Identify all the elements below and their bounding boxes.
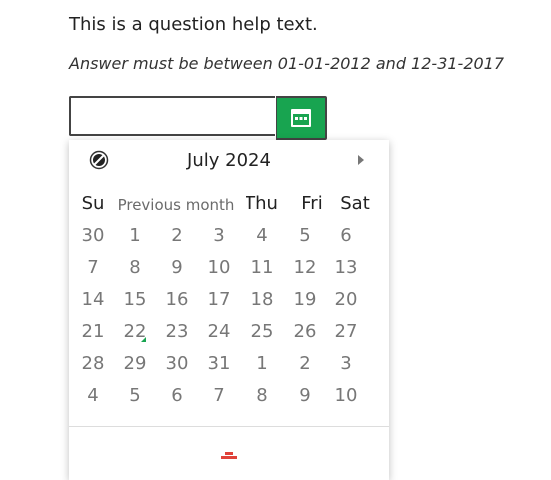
calendar-week: 30 1 2 3 4 5 6 [69, 220, 389, 252]
calendar-week: 14 15 16 17 18 19 20 [69, 284, 389, 316]
calendar-week: 4 5 6 7 8 9 10 [69, 380, 389, 412]
calendar-day[interactable]: 3 [325, 348, 367, 380]
calendar-day[interactable]: 10 [325, 380, 367, 412]
calendar-day[interactable]: 7 [198, 380, 240, 412]
next-month-button[interactable] [353, 152, 369, 168]
calendar-day[interactable]: 9 [284, 380, 326, 412]
today-marker [141, 337, 146, 342]
date-range-hint: Answer must be between 01-01-2012 and 12… [69, 54, 505, 73]
calendar-day[interactable]: 19 [284, 284, 326, 316]
previous-month-tooltip: Previous month [106, 192, 246, 218]
question-help-text: This is a question help text. [69, 14, 318, 35]
calendar-day[interactable]: 12 [284, 252, 326, 284]
calendar-day[interactable]: 7 [72, 252, 114, 284]
calendar-day[interactable]: 5 [114, 380, 156, 412]
calendar-day[interactable]: 13 [325, 252, 367, 284]
calendar-day[interactable]: 14 [72, 284, 114, 316]
calendar-week: 21 22 23 24 25 26 27 [69, 316, 389, 348]
calendar-day[interactable]: 24 [198, 316, 240, 348]
calendar-day[interactable]: 11 [241, 252, 283, 284]
calendar-icon [291, 109, 311, 127]
caret-right-icon [358, 155, 364, 165]
calendar-day[interactable]: 6 [325, 220, 367, 252]
calendar-day[interactable]: 25 [241, 316, 283, 348]
calendar-day[interactable]: 16 [156, 284, 198, 316]
calendar-day[interactable]: 27 [325, 316, 367, 348]
calendar-day-today[interactable]: 22 [114, 316, 156, 348]
calendar-day[interactable]: 26 [284, 316, 326, 348]
calendar-popup: July 2024 Previous month Su Mo Tu We Thu… [69, 140, 389, 480]
calendar-day[interactable]: 8 [241, 380, 283, 412]
calendar-day[interactable]: 4 [241, 220, 283, 252]
calendar-divider [69, 426, 389, 427]
date-input[interactable] [69, 96, 275, 136]
calendar-week: 7 8 9 10 11 12 13 [69, 252, 389, 284]
calendar-day[interactable]: 9 [156, 252, 198, 284]
calendar-day[interactable]: 8 [114, 252, 156, 284]
calendar-day[interactable]: 23 [156, 316, 198, 348]
calendar-day[interactable]: 17 [198, 284, 240, 316]
calendar-day[interactable]: 4 [72, 380, 114, 412]
calendar-day[interactable]: 10 [198, 252, 240, 284]
calendar-day[interactable]: 5 [284, 220, 326, 252]
clear-date-button[interactable] [219, 445, 239, 459]
calendar-day[interactable]: 15 [114, 284, 156, 316]
calendar-week: 28 29 30 31 1 2 3 [69, 348, 389, 380]
calendar-header: July 2024 [69, 140, 389, 180]
calendar-day[interactable]: 2 [156, 220, 198, 252]
open-calendar-button[interactable] [276, 96, 327, 140]
clear-icon [221, 452, 237, 459]
calendar-day[interactable]: 18 [241, 284, 283, 316]
calendar-day[interactable]: 20 [325, 284, 367, 316]
calendar-day[interactable]: 30 [156, 348, 198, 380]
calendar-day[interactable]: 3 [198, 220, 240, 252]
calendar-day[interactable]: 1 [114, 220, 156, 252]
weekday-label: Fri [301, 193, 323, 214]
calendar-day[interactable]: 21 [72, 316, 114, 348]
calendar-day[interactable]: 1 [241, 348, 283, 380]
calendar-day[interactable]: 30 [72, 220, 114, 252]
calendar-day[interactable]: 29 [114, 348, 156, 380]
calendar-day[interactable]: 6 [156, 380, 198, 412]
calendar-day[interactable]: 31 [198, 348, 240, 380]
weekday-label: Sat [340, 193, 370, 214]
calendar-day[interactable]: 2 [284, 348, 326, 380]
calendar-day[interactable]: 28 [72, 348, 114, 380]
weekday-label: Thu [244, 193, 278, 214]
month-title: July 2024 [187, 150, 271, 171]
